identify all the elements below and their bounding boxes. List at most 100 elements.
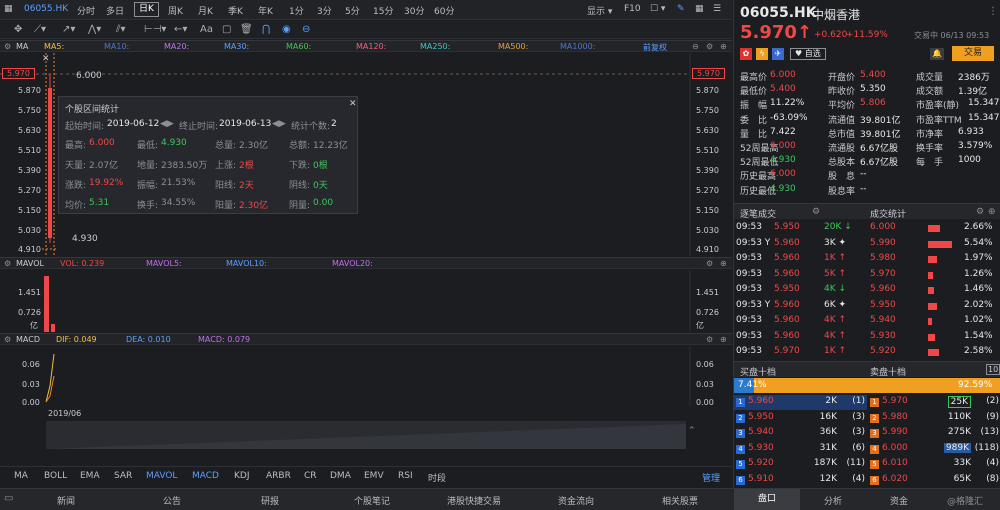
arrow-tool-icon[interactable]: ←▾ <box>174 24 187 35</box>
indicator-tab[interactable]: MACD <box>192 471 219 481</box>
trade-stat-row[interactable]: 5.940 1.02% <box>868 315 1000 330</box>
depth-toggle-button[interactable]: 10 <box>986 364 1000 375</box>
indicator-tab[interactable]: EMA <box>80 471 100 481</box>
ask-row[interactable]: 2 5.980 110K (9) <box>868 411 1000 426</box>
trade-row[interactable]: 09:53 5.960 4K ↑ <box>734 315 864 330</box>
trade-row[interactable]: 09:53 Y 5.960 6K ✦ <box>734 300 864 315</box>
bid-row[interactable]: 6 5.910 12K (4) <box>734 473 867 488</box>
trade-row[interactable]: 09:53 5.970 1K ↑ <box>734 346 864 361</box>
trade-row[interactable]: 09:53 5.960 1K ↑ <box>734 253 864 268</box>
text-tool-icon[interactable]: Aa <box>200 24 213 35</box>
stock-code[interactable]: 06055.HK <box>24 4 68 14</box>
trade-stat-row[interactable]: 5.950 2.02% <box>868 300 1000 315</box>
indicator-tab[interactable]: BOLL <box>44 471 67 481</box>
checkbox-icon[interactable]: ☐ ▾ <box>650 4 665 14</box>
period-tab[interactable]: 30分 <box>404 4 424 17</box>
expand-icon[interactable]: ⊕ <box>720 335 727 344</box>
gear-icon[interactable]: ⚙ <box>706 259 713 268</box>
eraser-icon[interactable]: ▢ <box>222 24 231 35</box>
gear-icon[interactable]: ⚙ <box>706 335 713 344</box>
indicator-tab[interactable]: KDJ <box>234 471 250 481</box>
expand-icon[interactable]: ⊕ <box>988 207 996 217</box>
close-icon[interactable]: ✕ <box>42 54 50 64</box>
bottom-nav-tab[interactable]: 盘口 <box>734 489 800 510</box>
move-icon[interactable]: ✥ <box>14 24 22 35</box>
bottom-nav-tab[interactable]: 公告 <box>122 494 222 507</box>
ask-row[interactable]: 1 5.970 25K (2) <box>868 395 1000 410</box>
list-view-icon[interactable]: ☰ <box>713 4 721 14</box>
f10-button[interactable]: F10 <box>624 4 641 14</box>
trash-icon[interactable]: 🗑 <box>240 24 253 35</box>
ask-row[interactable]: 6 6.020 65K (8) <box>868 473 1000 488</box>
bid-row[interactable]: 1 5.960 2K (1) <box>734 395 867 410</box>
bottom-nav-tab[interactable]: 新闻 <box>16 494 116 507</box>
trade-row[interactable]: 09:53 5.960 4K ↑ <box>734 331 864 346</box>
ray-tool-icon[interactable]: ↗▾ <box>62 24 75 35</box>
bottom-nav-tab[interactable]: 个股笔记 <box>322 494 422 507</box>
gear-icon[interactable]: ⚙ <box>976 207 984 217</box>
bottom-nav-tab[interactable]: 港股快捷交易 <box>424 494 524 507</box>
scroll-handle-icon[interactable]: ⌃ <box>688 426 696 436</box>
indicator-tab[interactable]: MAVOL <box>146 471 177 481</box>
trade-stat-row[interactable]: 5.980 1.97% <box>868 253 1000 268</box>
eye-icon[interactable]: ◉ <box>282 24 291 35</box>
trade-stat-row[interactable]: 5.960 1.46% <box>868 284 1000 299</box>
bid-row[interactable]: 5 5.920 187K (11) <box>734 457 867 472</box>
manage-button[interactable]: 管理 <box>702 471 720 484</box>
lock-icon[interactable]: ⊖ <box>302 24 310 35</box>
gear-icon[interactable]: ⚙ <box>812 207 820 217</box>
gear-icon[interactable]: ⚙ <box>706 42 713 51</box>
start-stepper-icon[interactable]: ◀▶ <box>160 119 174 129</box>
pen-icon[interactable]: ✎ <box>677 4 685 14</box>
display-dropdown[interactable]: 显示 ▾ <box>587 4 612 17</box>
bid-row[interactable]: 2 5.950 16K (3) <box>734 411 867 426</box>
ask-row[interactable]: 5 6.010 33K (4) <box>868 457 1000 472</box>
period-tab[interactable]: 5分 <box>345 4 360 17</box>
bottom-nav-tab[interactable]: 资金 <box>866 494 932 507</box>
minimize-icon[interactable]: ⊖ <box>692 42 699 51</box>
period-tab-active[interactable]: 日K <box>134 2 159 17</box>
bid-row[interactable]: 4 5.930 31K (6) <box>734 442 867 457</box>
settings-icon[interactable]: ⚙ <box>4 335 11 344</box>
settings-icon[interactable]: ⚙ <box>4 42 11 51</box>
indicator-tab[interactable]: RSI <box>398 471 413 481</box>
adjust-dropdown[interactable]: 前复权 <box>643 42 667 53</box>
wave-tool-icon[interactable]: ⋀▾ <box>88 24 101 35</box>
indicator-tab[interactable]: MA <box>14 471 28 481</box>
period-tab[interactable]: 月K <box>198 4 213 17</box>
ask-row[interactable]: 3 5.990 275K (13) <box>868 426 1000 441</box>
grid-view-icon[interactable]: ▦ <box>695 4 704 14</box>
trade-row[interactable]: 09:53 5.950 4K ↓ <box>734 284 864 299</box>
trade-row[interactable]: 09:53 5.960 5K ↑ <box>734 269 864 284</box>
period-tab[interactable]: 3分 <box>317 4 332 17</box>
more-icon[interactable]: ⋮ <box>988 6 998 17</box>
period-tab[interactable]: 1分 <box>289 4 304 17</box>
indicator-tab[interactable]: CR <box>304 471 317 481</box>
add-watchlist-button[interactable]: ♥ 自选 <box>790 48 826 60</box>
bid-row[interactable]: 3 5.940 36K (3) <box>734 426 867 441</box>
period-tab[interactable]: 60分 <box>434 4 454 17</box>
trade-stat-row[interactable]: 5.920 2.58% <box>868 346 1000 361</box>
ask-row[interactable]: 4 6.000 989K (118) <box>868 442 1000 457</box>
range-tool-icon[interactable]: ⊢⊣▾ <box>144 24 166 35</box>
magnet-icon[interactable]: ⋂ <box>262 24 270 35</box>
period-tab[interactable]: 周K <box>168 4 183 17</box>
volume-chart-area[interactable]: 1.451 0.726 亿 1.451 0.726 亿 <box>0 270 732 332</box>
indicator-tab[interactable]: 时段 <box>428 471 446 484</box>
expand-icon[interactable]: ⊕ <box>720 259 727 268</box>
macd-chart-area[interactable]: 0.06 0.03 0.00 0.06 0.03 0.00 2019/06 ⌃ <box>0 346 732 466</box>
popup-close-icon[interactable]: ✕ <box>349 99 357 109</box>
trade-row[interactable]: 09:53 5.950 20K ↓ <box>734 222 864 237</box>
bottom-nav-tab[interactable]: 相关股票 <box>630 494 730 507</box>
bottom-nav-tab[interactable]: 资金流向 <box>526 494 626 507</box>
trade-stat-row[interactable]: 5.990 5.54% <box>868 238 1000 253</box>
trade-row[interactable]: 09:53 Y 5.960 3K ✦ <box>734 238 864 253</box>
trade-stat-row[interactable]: 5.930 1.54% <box>868 331 1000 346</box>
trade-button[interactable]: 交易 <box>952 46 994 61</box>
bottom-nav-tab[interactable]: 分析 <box>800 494 866 507</box>
indicator-tab[interactable]: EMV <box>364 471 384 481</box>
trade-stat-row[interactable]: 5.970 1.26% <box>868 269 1000 284</box>
period-tab[interactable]: 分时 <box>77 4 95 17</box>
trade-stat-row[interactable]: 6.000 2.66% <box>868 222 1000 237</box>
line-tool-icon[interactable]: ⟋▾ <box>34 24 46 35</box>
